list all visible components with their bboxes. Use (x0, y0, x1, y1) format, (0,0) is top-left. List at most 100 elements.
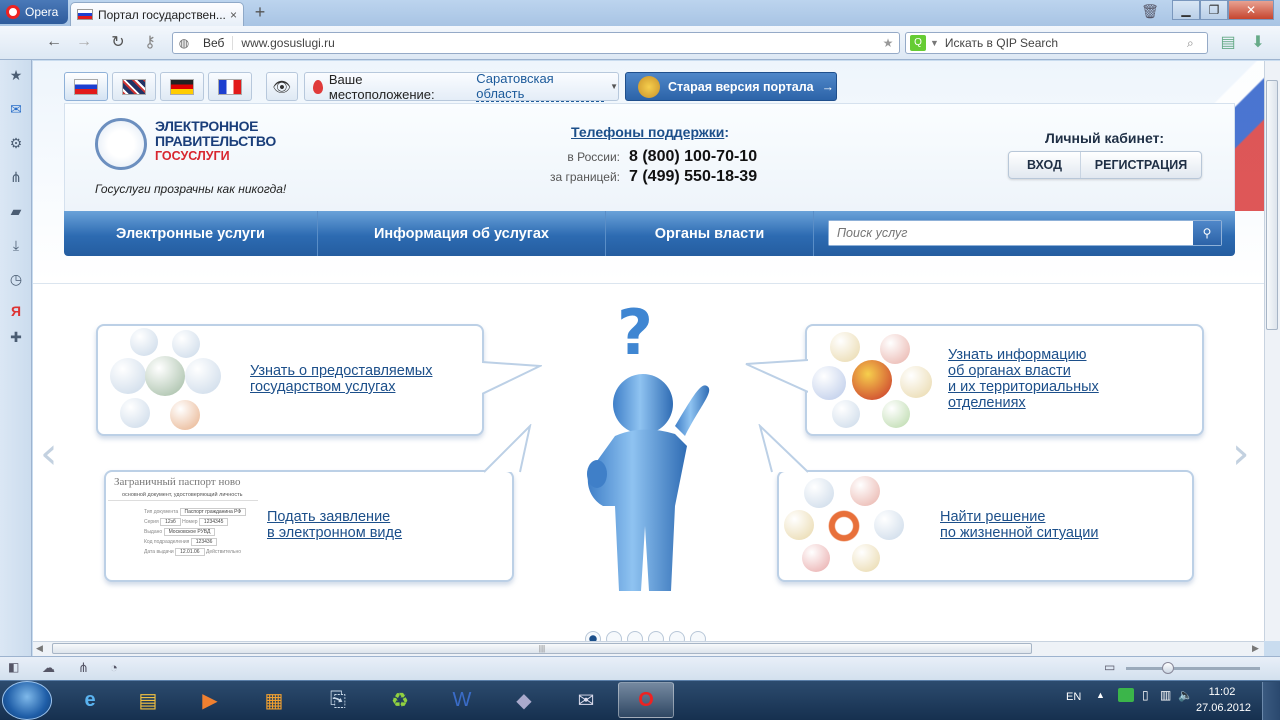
next-slide-arrow[interactable]: › (1232, 428, 1250, 479)
explorer-folder-icon[interactable]: ▤ (120, 682, 176, 718)
tray-device-icon[interactable]: ▯ (1142, 688, 1149, 702)
zoom-slider-thumb[interactable] (1162, 662, 1174, 674)
opera-taskbar-icon[interactable]: O (618, 682, 674, 718)
reload-button[interactable]: ↻ (106, 30, 130, 54)
prev-slide-arrow[interactable]: ‹ (40, 428, 58, 479)
new-tab-button[interactable]: + (250, 3, 270, 22)
tray-expand-icon[interactable]: ▲ (1096, 690, 1105, 700)
chevron-down-icon[interactable]: ▼ (610, 82, 618, 91)
link-line[interactable]: Узнать информацию (948, 347, 1099, 363)
start-button[interactable] (2, 681, 52, 720)
vertical-scroll-thumb[interactable] (1266, 80, 1278, 330)
bubble-services-link[interactable]: Узнать о предоставляемых государством ус… (250, 363, 432, 395)
media-player-icon[interactable]: ▶ (182, 682, 238, 718)
support-phones-heading[interactable]: Телефоны поддержки: (571, 124, 729, 140)
link-line[interactable]: отделениях (948, 395, 1099, 411)
internet-explorer-icon[interactable]: e (62, 682, 118, 718)
link-line[interactable]: государством услугах (250, 379, 432, 395)
qip-search-field[interactable]: Q ▼ Искать в QIP Search ⌕ (905, 32, 1208, 54)
note-icon[interactable]: ▰ (6, 201, 26, 221)
url-text[interactable]: www.gosuslugi.ru (233, 36, 877, 50)
word-icon[interactable]: W (434, 682, 490, 718)
lang-en-button[interactable] (112, 72, 156, 101)
link-line[interactable]: Подать заявление (267, 509, 402, 525)
opera-menu-button[interactable]: Opera (0, 0, 68, 24)
lang-de-button[interactable] (160, 72, 204, 101)
link-line[interactable]: по жизненной ситуации (940, 525, 1098, 541)
tray-app-icon[interactable] (1118, 688, 1134, 702)
download-icon[interactable]: ⤓ (6, 235, 26, 255)
download-manager-icon[interactable]: ⬇ (1246, 30, 1270, 54)
office-tiles-icon[interactable]: ▦ (246, 682, 302, 718)
nav-authorities[interactable]: Органы власти (606, 211, 814, 256)
panel-toggle-icon[interactable]: ◧ (8, 660, 19, 674)
link-line[interactable]: Узнать о предоставляемых (250, 363, 432, 379)
lang-ru-button[interactable] (64, 72, 108, 101)
plus-icon[interactable]: ✚ (6, 327, 26, 347)
keyboard-language[interactable]: EN (1066, 691, 1081, 703)
bubble-apply-link[interactable]: Подать заявление в электронном виде (267, 509, 402, 541)
network-tray-icon[interactable]: ▥ (1160, 688, 1171, 702)
search-icon[interactable]: ⌕ (1187, 36, 1207, 51)
system-clock[interactable]: 11:02 27.06.2012 (1196, 684, 1251, 716)
back-button[interactable]: ← (42, 30, 66, 54)
nav-electronic-services[interactable]: Электронные услуги (64, 211, 318, 256)
mail-icon[interactable]: ✉ (6, 99, 26, 119)
trash-icon[interactable]: 🗑 (1140, 3, 1160, 21)
gear-icon[interactable]: ⚙ (6, 133, 26, 153)
tab-gosuslugi[interactable]: Портал государствен... × (70, 2, 244, 26)
key-icon[interactable]: ⚷ (138, 30, 162, 54)
view-icon[interactable]: ▭ (1104, 660, 1115, 674)
arrow-right-icon: → (821, 79, 835, 94)
cloud-icon[interactable]: ☁ (42, 660, 55, 676)
scroll-left-arrow[interactable]: ◀ (36, 643, 43, 654)
unite-icon[interactable]: ⋔ (78, 660, 89, 676)
forward-button[interactable]: → (72, 30, 96, 54)
link-line[interactable]: Найти решение (940, 509, 1098, 525)
clock-icon[interactable]: ◷ (6, 269, 26, 289)
register-button[interactable]: РЕГИСТРАЦИЯ (1081, 152, 1201, 178)
link-line[interactable]: в электронном виде (267, 525, 402, 541)
qip-icon: Q (910, 35, 926, 51)
star-icon[interactable]: ★ (6, 65, 26, 85)
yandex-icon[interactable]: Я (6, 301, 26, 321)
network-icon[interactable]: ⎘ (310, 682, 366, 718)
address-bar[interactable]: ◍ Веб www.gosuslugi.ru ★ (172, 32, 900, 54)
recycle-icon[interactable]: ♻ (372, 682, 428, 718)
tab-title: Портал государствен... (98, 7, 225, 22)
nav-services-info[interactable]: Информация об услугах (318, 211, 606, 256)
bubble-authorities-link[interactable]: Узнать информацию об органах власти и их… (948, 347, 1099, 411)
thunderbird-icon[interactable]: ✉ (558, 682, 614, 718)
lang-fr-button[interactable] (208, 72, 252, 101)
tab-close-icon[interactable]: × (230, 8, 237, 22)
bubble-life-link[interactable]: Найти решение по жизненной ситуации (940, 509, 1098, 541)
horizontal-scroll-thumb[interactable]: ||| (52, 643, 1032, 654)
link-line[interactable]: об органах власти (948, 363, 1099, 379)
virtualbox-icon[interactable]: ◆ (496, 682, 552, 718)
volume-icon[interactable]: 🔈 (1178, 688, 1193, 702)
maximize-button[interactable]: ❐ (1200, 0, 1228, 20)
close-window-button[interactable]: ✕ (1228, 0, 1274, 20)
site-logo[interactable]: ЭЛЕКТРОННОЕ ПРАВИТЕЛЬСТВО ГОСУСЛУГИ (155, 119, 276, 164)
search-button[interactable]: ⚲ (1193, 221, 1221, 245)
phone-row-russia: в России: 8 (800) 100-70-10 (540, 148, 757, 166)
location-value[interactable]: Саратовская область (476, 71, 605, 102)
link-line[interactable]: и их территориальных (948, 379, 1099, 395)
page-icon[interactable]: ▤ (1216, 30, 1240, 54)
search-engine-dropdown-icon[interactable]: ▼ (930, 38, 939, 48)
service-search-input[interactable] (829, 221, 1193, 245)
speedometer-icon[interactable]: ◔ (110, 660, 118, 675)
zoom-slider-track[interactable] (1126, 667, 1260, 670)
logo-icon[interactable] (95, 118, 147, 170)
support-phones-link[interactable]: Телефоны поддержки (571, 124, 724, 140)
accessibility-eye-button[interactable]: 👁 (266, 72, 298, 101)
login-button[interactable]: ВХОД (1009, 152, 1081, 178)
service-search: ⚲ (828, 220, 1222, 246)
old-version-button[interactable]: Старая версия портала → (625, 72, 837, 101)
location-selector[interactable]: Ваше местоположение: Саратовская область… (304, 71, 619, 102)
share-icon[interactable]: ⋔ (6, 167, 26, 187)
scroll-right-arrow[interactable]: ▶ (1252, 643, 1259, 654)
minimize-button[interactable]: ▁ (1172, 0, 1200, 20)
show-desktop-button[interactable] (1262, 682, 1280, 720)
bookmark-star-icon[interactable]: ★ (877, 36, 899, 50)
